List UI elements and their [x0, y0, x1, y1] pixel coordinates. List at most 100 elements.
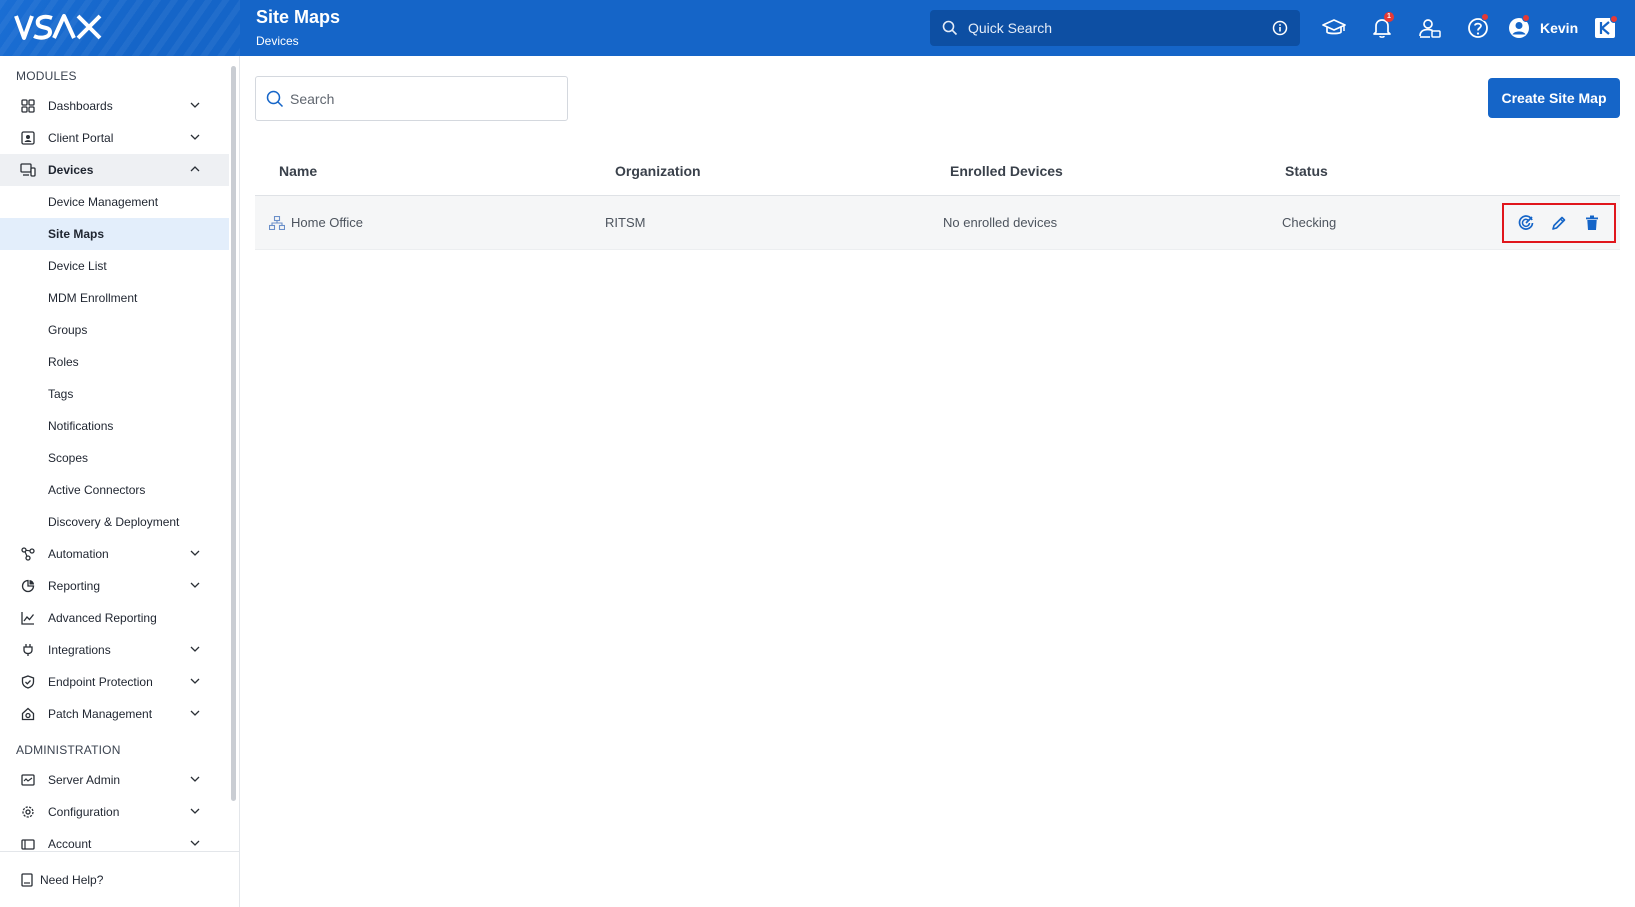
- column-header-name[interactable]: Name: [279, 163, 317, 179]
- devices-icon: [20, 162, 36, 178]
- help-badge-dot: [1481, 13, 1489, 21]
- scan-button[interactable]: [1513, 210, 1539, 236]
- sidebar-item-server-admin[interactable]: Server Admin: [0, 764, 229, 796]
- sidebar-item-dashboards[interactable]: Dashboards: [0, 90, 229, 122]
- user-badge-dot: [1522, 14, 1530, 22]
- edit-button[interactable]: [1546, 210, 1572, 236]
- radar-icon: [1519, 215, 1534, 230]
- need-help-label: Need Help?: [40, 872, 104, 887]
- shield-icon: [20, 674, 36, 690]
- chevron-down-icon[interactable]: [189, 707, 201, 719]
- sidebar-item-label: Reporting: [48, 579, 101, 593]
- sidebar-item-automation[interactable]: Automation: [0, 538, 229, 570]
- sidebar-sub-roles[interactable]: Roles: [0, 346, 229, 378]
- trash-icon: [1585, 215, 1598, 230]
- plug-icon: [20, 642, 36, 658]
- row-name-cell[interactable]: Home Office: [269, 215, 363, 230]
- user-support-icon: [1419, 19, 1441, 38]
- main-content: Create Site Map Name Organization Enroll…: [240, 56, 1635, 907]
- vsax-logo: [14, 14, 102, 40]
- sidebar-item-label: Server Admin: [48, 773, 121, 787]
- sidebar-item-label: Devices: [48, 163, 94, 177]
- site-map-search[interactable]: [255, 76, 568, 121]
- sidebar-item-integrations[interactable]: Integrations: [0, 634, 229, 666]
- grid-icon: [20, 98, 36, 114]
- search-icon: [942, 20, 958, 36]
- page-heading: Site Maps Devices: [256, 6, 340, 50]
- sidebar-scrollbar-thumb[interactable]: [231, 66, 236, 801]
- search-input[interactable]: [290, 90, 550, 107]
- notifications-button[interactable]: 1: [1358, 0, 1406, 56]
- sidebar-sub-notifications[interactable]: Notifications: [0, 410, 229, 442]
- table-row[interactable]: Home Office RITSM No enrolled devices Ch…: [255, 196, 1620, 250]
- training-button[interactable]: [1310, 0, 1358, 56]
- sidebar-sub-mdm-enrollment[interactable]: MDM Enrollment: [0, 282, 229, 314]
- top-bar: Site Maps Devices Quick Search 1 Kevin: [0, 0, 1635, 56]
- sidebar-sub-scopes[interactable]: Scopes: [0, 442, 229, 474]
- sidebar-item-endpoint-protection[interactable]: Endpoint Protection: [0, 666, 229, 698]
- sidebar-item-account[interactable]: Account: [0, 828, 229, 852]
- row-name: Home Office: [291, 215, 364, 230]
- sidebar-sub-active-connectors[interactable]: Active Connectors: [0, 474, 229, 506]
- remote-support-button[interactable]: [1406, 0, 1454, 56]
- portal-icon: [20, 130, 36, 146]
- create-site-map-button[interactable]: Create Site Map: [1488, 78, 1620, 118]
- sidebar-sub-tags[interactable]: Tags: [0, 378, 229, 410]
- sidebar-sub-groups[interactable]: Groups: [0, 314, 229, 346]
- column-header-status[interactable]: Status: [1285, 163, 1328, 179]
- chevron-down-icon[interactable]: [189, 675, 201, 687]
- logo-area[interactable]: [0, 0, 240, 56]
- notification-badge: 1: [1384, 12, 1394, 22]
- sidebar-item-reporting[interactable]: Reporting: [0, 570, 229, 602]
- gear-icon: [20, 804, 36, 820]
- search-icon: [266, 90, 284, 107]
- chevron-down-icon[interactable]: [189, 547, 201, 559]
- chevron-up-icon[interactable]: [189, 163, 201, 175]
- sidebar-item-label: Endpoint Protection: [48, 675, 153, 689]
- sidebar-item-devices[interactable]: Devices: [0, 154, 229, 186]
- sidebar-item-configuration[interactable]: Configuration: [0, 796, 229, 828]
- server-icon: [20, 772, 36, 788]
- info-icon[interactable]: [1272, 20, 1288, 36]
- sidebar-sub-device-list[interactable]: Device List: [0, 250, 229, 282]
- row-actions: [1502, 203, 1616, 243]
- chevron-down-icon[interactable]: [189, 579, 201, 591]
- sidebar-item-patch-management[interactable]: Patch Management: [0, 698, 229, 730]
- help-button[interactable]: [1454, 0, 1502, 56]
- need-help-link[interactable]: Need Help?: [0, 851, 240, 907]
- sidebar-sub-discovery-deployment[interactable]: Discovery & Deployment: [0, 506, 229, 538]
- user-menu[interactable]: Kevin: [1502, 0, 1588, 56]
- chevron-down-icon[interactable]: [189, 99, 201, 111]
- chevron-down-icon[interactable]: [189, 773, 201, 785]
- sidebar: MODULES Dashboards Client Portal Devices…: [0, 56, 240, 907]
- column-header-enrolled-devices[interactable]: Enrolled Devices: [950, 163, 1063, 179]
- chevron-down-icon[interactable]: [189, 643, 201, 655]
- table-header: Name Organization Enrolled Devices Statu…: [255, 146, 1620, 196]
- sidebar-item-label: Configuration: [48, 805, 120, 819]
- row-status: Checking: [1282, 215, 1337, 230]
- automation-icon: [20, 546, 36, 562]
- column-header-organization[interactable]: Organization: [615, 163, 701, 179]
- kaseya-launcher-button[interactable]: [1588, 0, 1622, 56]
- sidebar-item-label: Automation: [48, 547, 109, 561]
- top-icon-group: 1 Kevin: [1310, 0, 1622, 56]
- page-title: Site Maps: [256, 7, 341, 27]
- line-chart-icon: [20, 610, 36, 626]
- sidebar-item-label: Account: [48, 837, 92, 851]
- sidebar-sub-site-maps[interactable]: Site Maps: [0, 218, 229, 250]
- chevron-down-icon[interactable]: [189, 837, 201, 849]
- quick-search-bar[interactable]: Quick Search: [930, 10, 1300, 46]
- pie-chart-icon: [20, 578, 36, 594]
- help-book-icon: [20, 872, 34, 887]
- page-subtitle[interactable]: Devices: [256, 32, 340, 50]
- kaseya-badge-dot: [1610, 15, 1619, 23]
- quick-search-input[interactable]: Quick Search: [968, 20, 1272, 36]
- account-icon: [20, 836, 36, 852]
- sidebar-item-client-portal[interactable]: Client Portal: [0, 122, 229, 154]
- chevron-down-icon[interactable]: [189, 131, 201, 143]
- delete-button[interactable]: [1579, 210, 1605, 236]
- sidebar-item-advanced-reporting[interactable]: Advanced Reporting: [0, 602, 229, 634]
- chevron-down-icon[interactable]: [189, 805, 201, 817]
- sidebar-sub-device-management[interactable]: Device Management: [0, 186, 229, 218]
- sidebar-item-label: Client Portal: [48, 131, 114, 145]
